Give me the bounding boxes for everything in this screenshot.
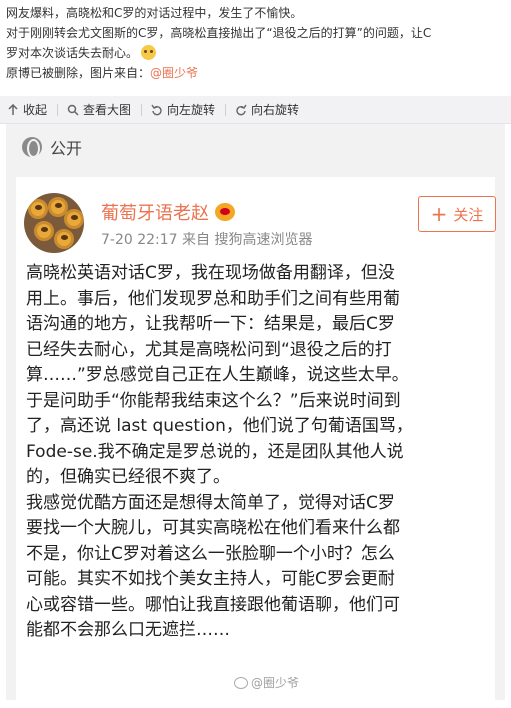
toolbar-divider <box>57 103 59 116</box>
source-mention-link[interactable]: @圈少爷 <box>150 66 198 80</box>
rotate-right-label: 向右旋转 <box>251 103 300 117</box>
post-body-line: 算……”罗总感觉自己正在人生巅峰，说这些太早。 <box>26 365 409 385</box>
post-body-line: 能都不会那么口无遮拦…… <box>26 620 230 640</box>
egg-tart-icon <box>64 209 84 229</box>
globe-icon <box>22 137 42 158</box>
post-line-3: 罗对本次谈话失去耐心。 <box>6 43 506 63</box>
weibo-card: 葡萄牙语老赵 7-20 22:17 来自 搜狗高速浏览器 + 关注 高晓松英语对… <box>16 177 496 700</box>
post-line-2: 对于刚刚转会尤文图斯的C罗，高晓松直接抛出了“退役之后的打算”的问题，让C <box>6 26 432 40</box>
view-large-button[interactable]: 查看大图 <box>66 101 131 118</box>
post-body-line: 心或容错一些。哪怕让我直接跟他葡语聊，他们可 <box>26 594 400 615</box>
watermark: @圈少爷 <box>234 674 299 691</box>
post-body-line: 可能。其实不如找个美女主持人，可能C罗会更耐 <box>26 569 395 589</box>
rotate-left-icon <box>150 103 164 117</box>
follow-button: + 关注 <box>418 196 496 232</box>
post-body-line: 不是，你让C罗对着这么一张脸聊一个小时？怎么 <box>26 543 395 564</box>
weibo-logo-icon <box>234 676 248 689</box>
post-body-line: 要找一个大腕儿，可其实高晓松在他们看来什么都 <box>26 518 400 538</box>
post-body-line: 于是问助手“你能帮我结束这个么？”后来说时间到 <box>26 390 401 411</box>
toolbar-divider <box>225 103 227 116</box>
post-source-label: 原博已被删除，图片来自： <box>6 66 151 80</box>
magnifier-icon <box>66 103 80 117</box>
visibility-label: 公开 <box>50 139 83 158</box>
egg-tart-icon <box>34 221 54 241</box>
collapse-button[interactable]: 收起 <box>6 101 47 118</box>
post-body-line: 了，高还说 last question，他们说了句葡语国骂， <box>26 416 413 436</box>
post-body-line: 用上。事后，他们发现罗总和助手们之间有些用葡 <box>26 288 400 309</box>
collapse-arrow-icon <box>6 103 20 117</box>
post-line-4: 原博已被删除，图片来自：@圈少爷 <box>6 63 506 83</box>
rotate-right-icon <box>234 103 248 117</box>
post-body-line: 已经失去耐心，尤其是高晓松问到“退役之后的打 <box>26 339 392 360</box>
post-body-line: 的，但确实已经很不爽了。 <box>26 467 230 487</box>
plus-icon: + <box>430 202 448 226</box>
post-meta: 7-20 22:17 来自 搜狗高速浏览器 <box>101 229 312 249</box>
post-source: 来自 搜狗高速浏览器 <box>182 232 313 248</box>
author-name-text: 葡萄牙语老赵 <box>101 203 209 224</box>
post-text: 网友爆料，高晓松和C罗的对话过程中，发生了不愉快。 对于刚刚转会尤文图斯的C罗，… <box>6 3 506 83</box>
post-body: 高晓松英语对话C罗，我在现场做备用翻译，但没 用上。事后，他们发现罗总和助手们之… <box>26 261 491 644</box>
author-name: 葡萄牙语老赵 <box>101 199 235 225</box>
rotate-right-button[interactable]: 向右旋转 <box>234 101 299 118</box>
toolbar-divider <box>141 103 143 116</box>
follow-label: 关注 <box>453 205 484 224</box>
smiley-emoji-icon <box>141 45 157 60</box>
rotate-left-button[interactable]: 向左旋转 <box>150 101 215 118</box>
egg-tart-icon <box>54 229 74 249</box>
post-line-3-text: 罗对本次谈话失去耐心。 <box>6 46 139 60</box>
post-line-1: 网友爆料，高晓松和C罗的对话过程中，发生了不愉快。 <box>6 6 303 20</box>
view-large-label: 查看大图 <box>83 103 132 117</box>
member-badge-icon <box>215 203 235 221</box>
post-body-line: 高晓松英语对话C罗，我在现场做备用翻译，但没 <box>26 263 395 283</box>
post-screenshot-image[interactable]: 公开 葡萄牙语老赵 7-20 22:17 来自 搜狗高速浏览器 + 关注 高晓松… <box>6 124 505 700</box>
visibility-bar: 公开 <box>6 124 505 170</box>
post-body-line: 语沟通的地方，让我帮听一下：结果是，最后C罗 <box>26 314 395 334</box>
egg-tart-icon <box>28 199 48 219</box>
avatar <box>24 193 84 253</box>
post-body-line: 我感觉优酷方面还是想得太简单了，觉得对话C罗 <box>26 492 395 513</box>
post-body-line: Fode-se.我不确定是罗总说的，还是团队其他人说 <box>26 441 404 462</box>
image-toolbar: 收起 查看大图 向左旋转 向右旋转 <box>0 96 511 124</box>
rotate-left-label: 向左旋转 <box>167 103 216 117</box>
watermark-text: @圈少爷 <box>251 676 300 690</box>
collapse-label: 收起 <box>23 103 48 117</box>
post-timestamp: 7-20 22:17 <box>101 232 178 248</box>
